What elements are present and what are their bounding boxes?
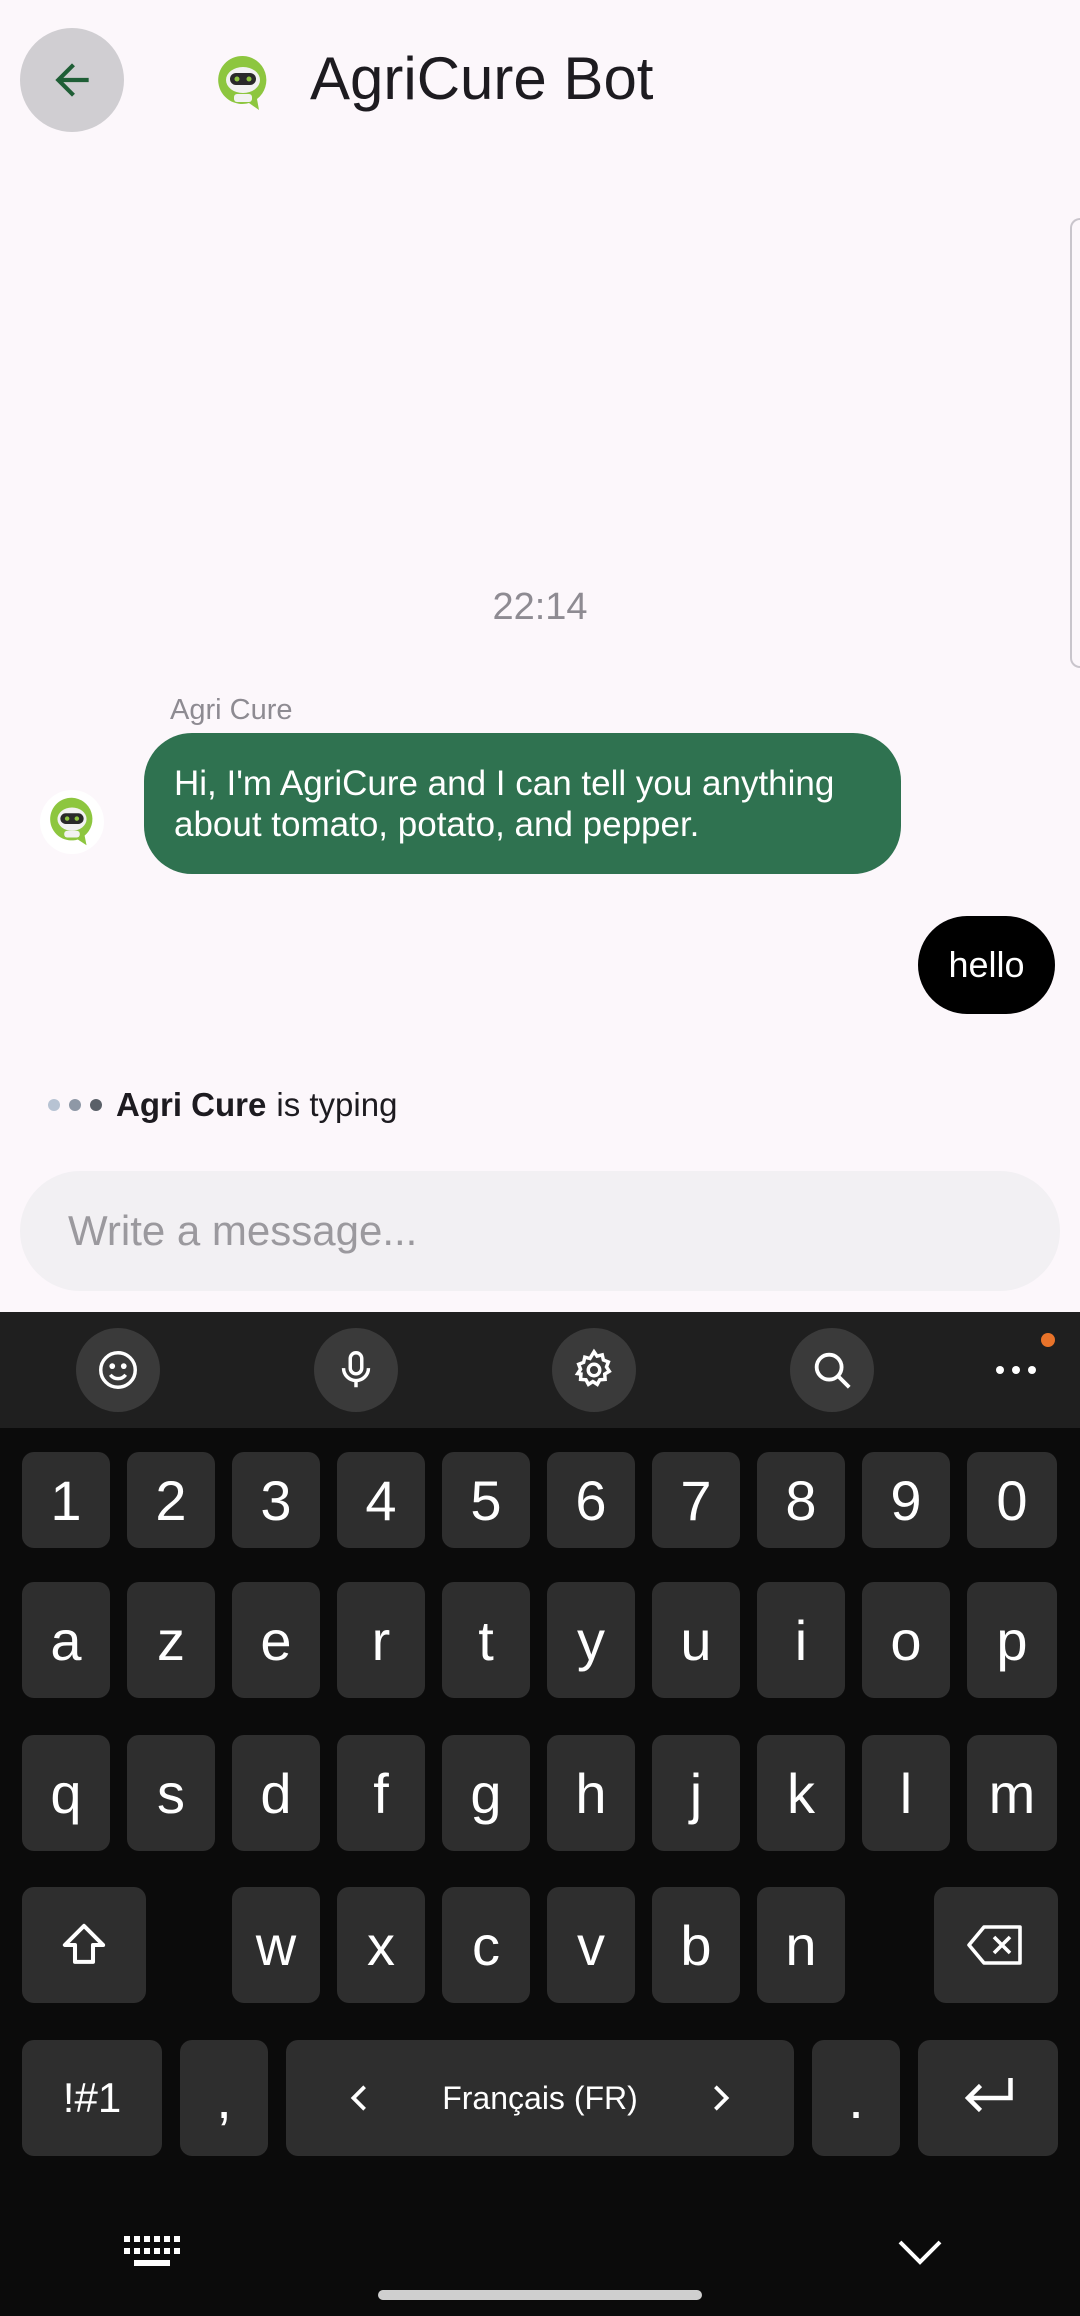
backspace-key[interactable] bbox=[934, 1887, 1058, 2003]
key-o[interactable]: o bbox=[862, 1582, 950, 1698]
sender-name: Agri Cure bbox=[170, 694, 293, 726]
key-h[interactable]: h bbox=[547, 1735, 635, 1851]
typing-text: is typing bbox=[276, 1086, 398, 1123]
more-icon[interactable] bbox=[986, 1348, 1046, 1392]
comma-key[interactable]: , bbox=[180, 2040, 268, 2156]
language-label: Français (FR) bbox=[442, 2079, 638, 2116]
key-5[interactable]: 5 bbox=[442, 1452, 530, 1548]
key-1[interactable]: 1 bbox=[22, 1452, 110, 1548]
back-arrow-icon bbox=[55, 63, 89, 97]
key-e[interactable]: e bbox=[232, 1582, 320, 1698]
key-m[interactable]: m bbox=[967, 1735, 1057, 1851]
back-button[interactable] bbox=[20, 28, 124, 132]
typing-name: Agri Cure bbox=[116, 1086, 267, 1123]
key-4[interactable]: 4 bbox=[337, 1452, 425, 1548]
key-8[interactable]: 8 bbox=[757, 1452, 845, 1548]
chevron-right-icon bbox=[714, 2085, 730, 2111]
key-b[interactable]: b bbox=[652, 1887, 740, 2003]
bot-avatar bbox=[40, 790, 104, 854]
enter-icon bbox=[964, 2078, 1013, 2113]
symbols-key[interactable]: !#1 bbox=[22, 2040, 162, 2156]
shift-key[interactable] bbox=[22, 1887, 146, 2003]
key-r[interactable]: r bbox=[337, 1582, 425, 1698]
key-z[interactable]: z bbox=[127, 1582, 215, 1698]
key-w[interactable]: w bbox=[232, 1887, 320, 2003]
key-p[interactable]: p bbox=[967, 1582, 1057, 1698]
typing-indicator: Agri Cure is typing bbox=[48, 1086, 397, 1124]
key-k[interactable]: k bbox=[757, 1735, 845, 1851]
key-j[interactable]: j bbox=[652, 1735, 740, 1851]
chevron-left-icon bbox=[350, 2085, 366, 2111]
key-2[interactable]: 2 bbox=[127, 1452, 215, 1548]
bot-avatar-icon bbox=[40, 790, 104, 854]
message-input[interactable]: Write a message... bbox=[20, 1171, 1060, 1291]
key-a[interactable]: a bbox=[22, 1582, 110, 1698]
key-l[interactable]: l bbox=[862, 1735, 950, 1851]
user-message-bubble: hello bbox=[918, 916, 1055, 1014]
message-timestamp: 22:14 bbox=[492, 586, 588, 628]
period-key[interactable]: . bbox=[812, 2040, 900, 2156]
key-t[interactable]: t bbox=[442, 1582, 530, 1698]
key-g[interactable]: g bbox=[442, 1735, 530, 1851]
key-v[interactable]: v bbox=[547, 1887, 635, 2003]
bot-message-bubble: Hi, I'm AgriCure and I can tell you anyt… bbox=[144, 733, 901, 874]
shift-icon bbox=[62, 1923, 106, 1964]
keyboard-settings-button[interactable] bbox=[552, 1328, 636, 1412]
key-6[interactable]: 6 bbox=[547, 1452, 635, 1548]
key-x[interactable]: x bbox=[337, 1887, 425, 2003]
keyboard-toolbar bbox=[0, 1312, 1080, 1428]
key-f[interactable]: f bbox=[337, 1735, 425, 1851]
typing-dots-icon bbox=[48, 1099, 102, 1111]
page-title: AgriCure Bot bbox=[310, 45, 654, 112]
mic-icon bbox=[341, 1351, 371, 1388]
key-n[interactable]: n bbox=[757, 1887, 845, 2003]
key-d[interactable]: d bbox=[232, 1735, 320, 1851]
key-i[interactable]: i bbox=[757, 1582, 845, 1698]
gear-icon bbox=[574, 1348, 612, 1387]
keyboard-search-button[interactable] bbox=[790, 1328, 874, 1412]
message-input-placeholder: Write a message... bbox=[68, 1207, 418, 1254]
space-key[interactable]: Français (FR) bbox=[286, 2040, 794, 2156]
key-3[interactable]: 3 bbox=[232, 1452, 320, 1548]
key-y[interactable]: y bbox=[547, 1582, 635, 1698]
home-indicator[interactable] bbox=[378, 2290, 702, 2300]
key-s[interactable]: s bbox=[127, 1735, 215, 1851]
bot-logo-icon bbox=[210, 50, 276, 116]
chevron-down-icon[interactable] bbox=[896, 2238, 944, 2266]
emoji-button[interactable] bbox=[76, 1328, 160, 1412]
key-9[interactable]: 9 bbox=[862, 1452, 950, 1548]
keyboard-icon[interactable] bbox=[124, 2236, 180, 2268]
voice-input-button[interactable] bbox=[314, 1328, 398, 1412]
key-u[interactable]: u bbox=[652, 1582, 740, 1698]
enter-key[interactable] bbox=[918, 2040, 1058, 2156]
key-0[interactable]: 0 bbox=[967, 1452, 1057, 1548]
search-icon bbox=[814, 1352, 851, 1389]
key-c[interactable]: c bbox=[442, 1887, 530, 2003]
emoji-icon bbox=[99, 1351, 137, 1389]
key-7[interactable]: 7 bbox=[652, 1452, 740, 1548]
backspace-icon bbox=[967, 1925, 1022, 1965]
notification-dot bbox=[1041, 1333, 1055, 1347]
key-q[interactable]: q bbox=[22, 1735, 110, 1851]
